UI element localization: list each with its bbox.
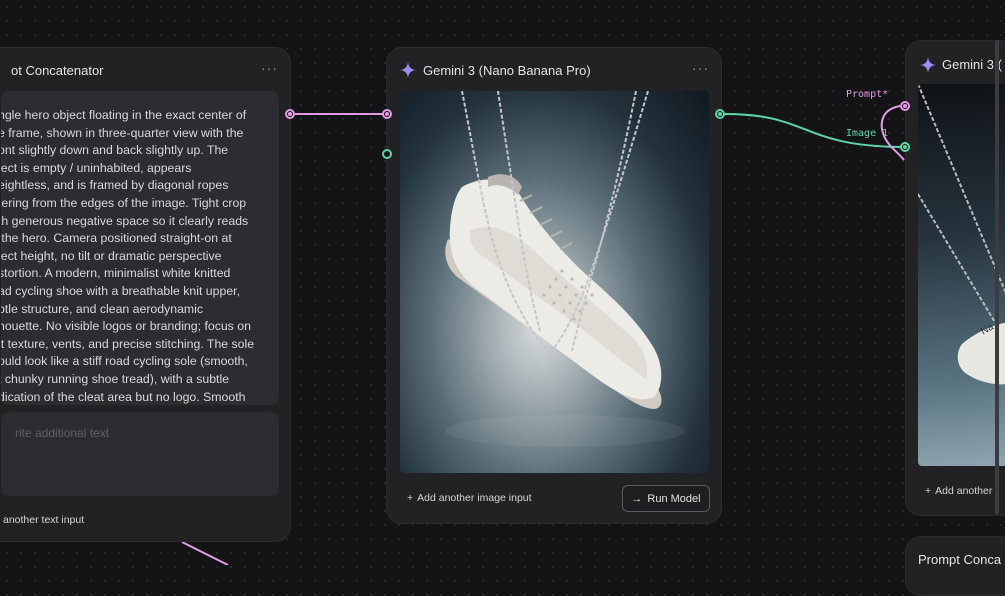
cycling-shoe-illustration [445, 91, 685, 447]
prompt-input-port[interactable] [382, 109, 392, 119]
node-title: Gemini 3 ( [942, 57, 1002, 72]
add-input-label: Add another i [935, 485, 998, 497]
prompt-concatenator-node-bottom[interactable]: Prompt Conca [905, 536, 1005, 596]
prompt-text: ngle hero object floating in the exact c… [1, 108, 255, 404]
concat-output-port[interactable] [285, 109, 295, 119]
add-input-link[interactable]: + Add another i [925, 485, 998, 497]
image-input-port[interactable] [382, 149, 392, 159]
node-title: ot Concatenator [11, 63, 104, 78]
additional-text-placeholder: rite additional text [15, 426, 110, 440]
prompt-text-block[interactable]: ngle hero object floating in the exact c… [1, 91, 279, 405]
node-title: Gemini 3 (Nano Banana Pro) [423, 63, 591, 78]
edge-bottom-left [181, 541, 229, 565]
image-port-label: Image 1 [846, 128, 889, 139]
add-image-input-link[interactable]: + Add another image input [407, 492, 532, 504]
plus-icon: + [925, 485, 932, 497]
generated-image-preview[interactable]: Na [918, 84, 1005, 466]
generated-image[interactable] [400, 91, 709, 473]
node-menu-button[interactable]: ··· [261, 60, 278, 76]
run-model-button[interactable]: → Run Model [622, 485, 710, 512]
plus-icon: + [407, 492, 414, 504]
vertical-scrollbar[interactable] [995, 40, 999, 515]
prompt-port-label: Prompt* [846, 89, 889, 100]
shoe-preview-illustration [918, 84, 1005, 385]
right-image-input-port[interactable] [900, 142, 910, 152]
prompt-concatenator-node[interactable]: ot Concatenator ··· ngle hero object flo… [0, 47, 291, 542]
image-output-port[interactable] [715, 109, 725, 119]
arrow-right-icon: → [631, 492, 643, 505]
gemini-right-node[interactable]: Gemini 3 ( Na + Add another i [905, 40, 1005, 516]
sparkle-icon [400, 62, 416, 78]
additional-text-input[interactable]: rite additional text [1, 412, 279, 496]
run-model-label: Run Model [647, 492, 701, 505]
sparkle-icon [920, 57, 936, 73]
gemini-main-node[interactable]: Gemini 3 (Nano Banana Pro) ··· + Add ano… [386, 47, 722, 524]
add-text-input-link[interactable]: another text input [3, 514, 84, 526]
node-menu-button[interactable]: ··· [692, 60, 709, 76]
right-prompt-input-port[interactable] [900, 101, 910, 111]
add-image-input-label: Add another image input [417, 492, 532, 504]
